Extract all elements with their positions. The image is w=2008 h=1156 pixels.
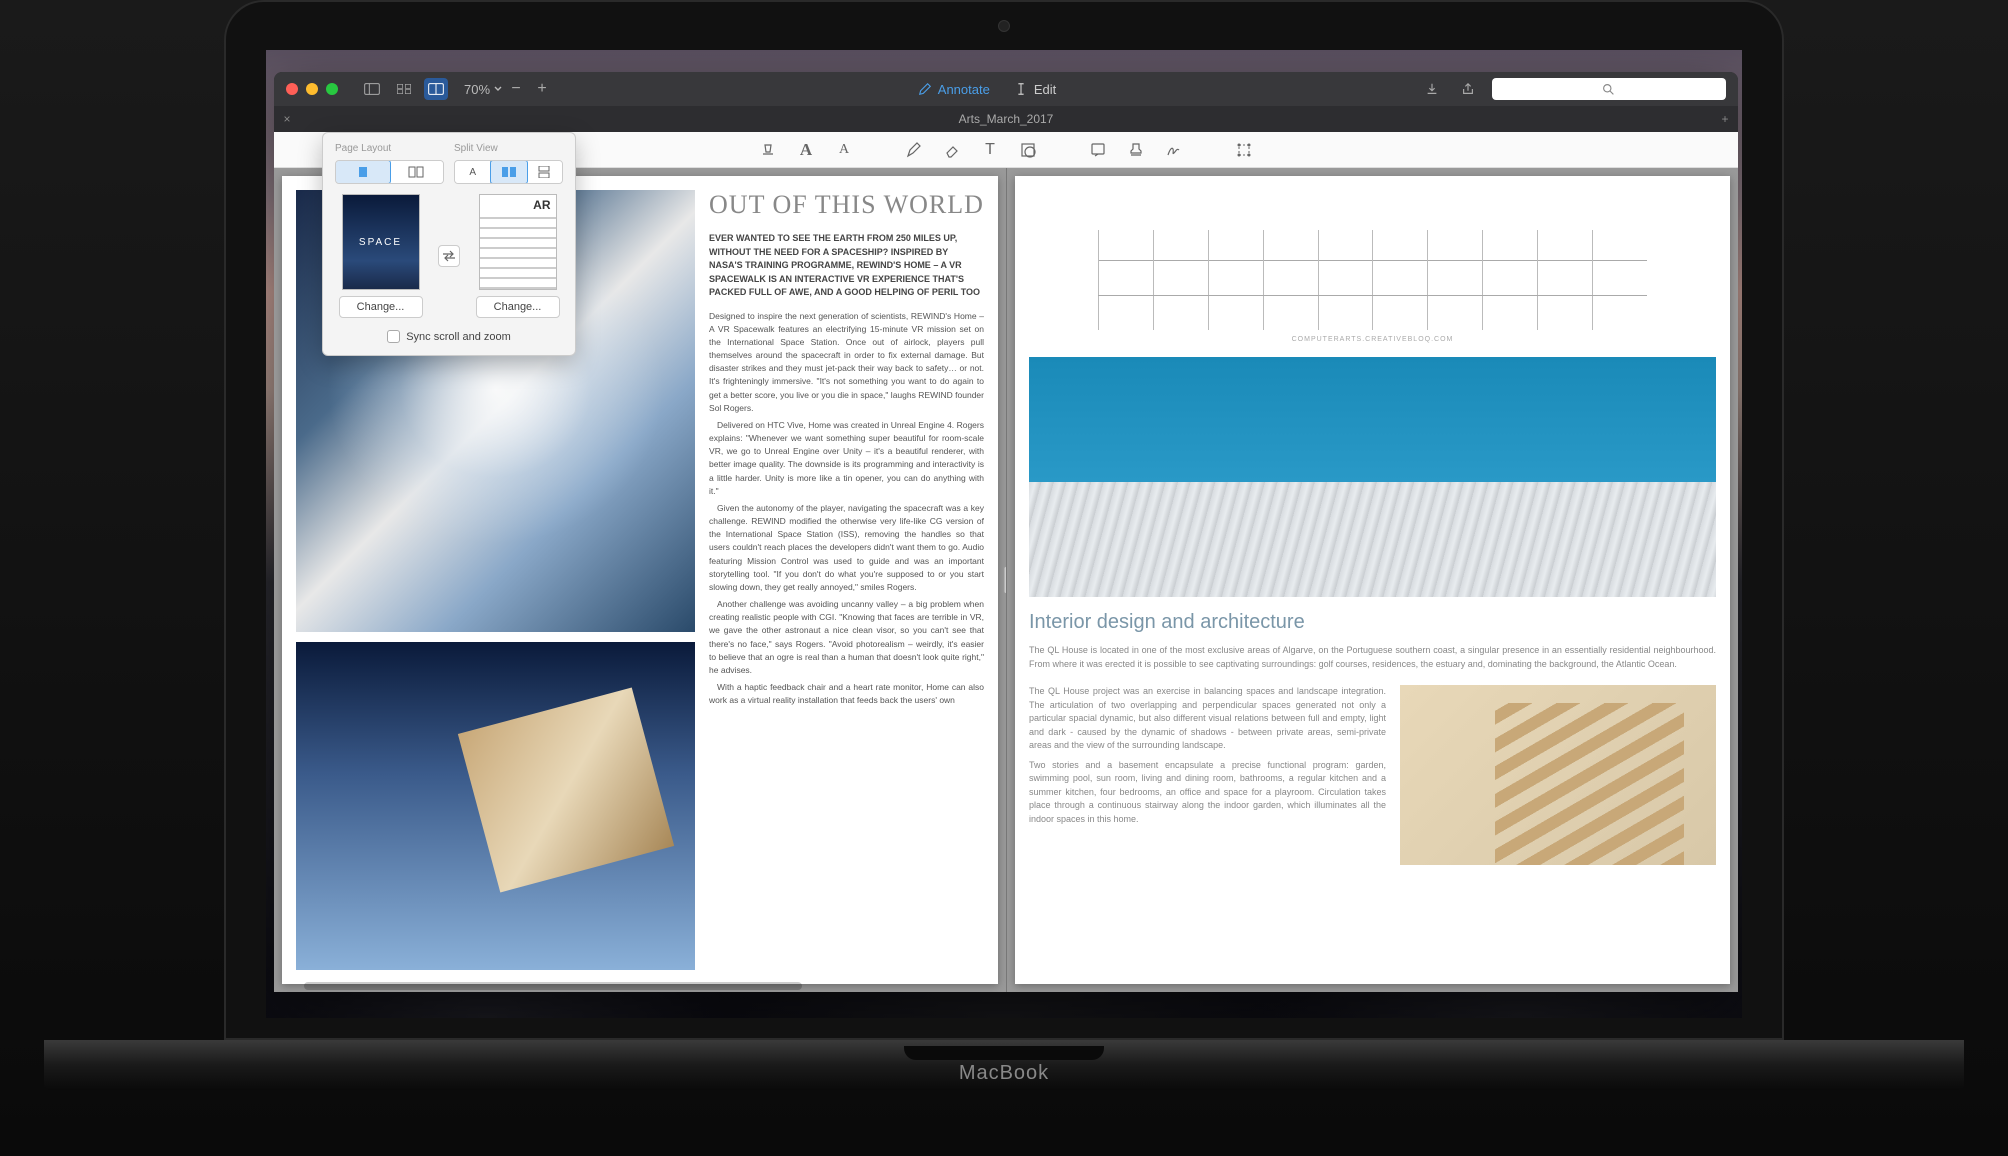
page-layout-segmented-control: [335, 160, 444, 184]
zoom-out-button[interactable]: −: [504, 78, 528, 100]
sync-scroll-label: Sync scroll and zoom: [406, 331, 511, 343]
article-body: Designed to inspire the next generation …: [709, 310, 984, 708]
annotate-mode-button[interactable]: Annotate: [918, 82, 990, 97]
zoom-in-button[interactable]: +: [530, 78, 554, 100]
stamp-tool-icon[interactable]: [1126, 140, 1146, 160]
tab-title[interactable]: Arts_March_2017: [300, 112, 1712, 126]
thumb-badge: AR: [480, 195, 556, 215]
article-lead: EVER WANTED TO SEE THE EARTH FROM 250 MI…: [709, 232, 984, 300]
tab-bar: × Arts_March_2017 +: [274, 106, 1738, 132]
horizontal-scrollbar[interactable]: [304, 982, 802, 990]
search-icon: [1602, 83, 1615, 96]
text-small-icon[interactable]: A: [834, 140, 854, 160]
text-large-icon[interactable]: A: [796, 140, 816, 160]
split-horizontal-option[interactable]: [490, 160, 527, 184]
split-view-button[interactable]: [424, 78, 448, 100]
page-layout-label: Page Layout: [335, 143, 444, 154]
sidebar-toggle-button[interactable]: [360, 78, 384, 100]
iss-spacewalk-image: [296, 642, 695, 970]
chevron-down-icon: [494, 86, 502, 92]
article-paragraph: Another challenge was avoiding uncanny v…: [709, 598, 984, 677]
right-document-page: COMPUTERARTS.CREATIVEBLOQ.COM Interior d…: [1015, 176, 1730, 984]
page-grid-button[interactable]: [392, 78, 416, 100]
eraser-tool-icon[interactable]: [942, 140, 962, 160]
text-highlight-tool-icon[interactable]: [758, 140, 778, 160]
article-title: OUT OF THIS WORLD: [709, 190, 984, 220]
article-paragraph: Delivered on HTC Vive, Home was created …: [709, 419, 984, 498]
right-article-paragraph: The QL House project was an exercise in …: [1029, 685, 1386, 753]
right-pane[interactable]: COMPUTERARTS.CREATIVEBLOQ.COM Interior d…: [1006, 168, 1738, 992]
laptop-camera: [998, 20, 1010, 32]
split-view-segmented-control: A: [454, 160, 563, 184]
search-input[interactable]: [1492, 78, 1726, 100]
view-options-popover: Page Layout Split View A: [322, 132, 576, 356]
swap-documents-button[interactable]: [438, 245, 460, 267]
article-paragraph: With a haptic feedback chair and a heart…: [709, 681, 984, 707]
fullscreen-window-button[interactable]: [326, 83, 338, 95]
edit-label: Edit: [1034, 82, 1056, 97]
device-brand-label: MacBook: [959, 1062, 1049, 1085]
pdf-viewer-window: 70% − + Annotate Edit: [274, 72, 1738, 992]
single-page-option[interactable]: [335, 160, 391, 184]
right-article-title: Interior design and architecture: [1029, 611, 1716, 634]
shape-tool-icon[interactable]: [1018, 140, 1038, 160]
text-tool-icon[interactable]: T: [980, 140, 1000, 160]
swap-icon: [442, 250, 456, 262]
laptop-hinge: MacBook: [44, 1040, 1964, 1090]
desktop-wallpaper: 70% − + Annotate Edit: [266, 50, 1742, 1018]
change-left-document-button[interactable]: Change...: [339, 296, 423, 318]
change-right-document-button[interactable]: Change...: [476, 296, 560, 318]
right-article-intro: The QL House is located in one of the mo…: [1029, 644, 1716, 671]
split-view-option-label: Split View: [454, 143, 563, 154]
signature-tool-icon[interactable]: [1164, 140, 1184, 160]
article-paragraph: Designed to inspire the next generation …: [709, 310, 984, 415]
page-footer-url: COMPUTERARTS.CREATIVEBLOQ.COM: [1029, 336, 1716, 343]
thumb-label: SPACE: [359, 237, 402, 248]
tab-add-button[interactable]: +: [1712, 112, 1738, 126]
article-paragraph: Given the autonomy of the player, naviga…: [709, 502, 984, 594]
pencil-icon: [918, 82, 932, 96]
selection-tool-icon[interactable]: [1234, 140, 1254, 160]
architecture-hero-image: [1029, 357, 1716, 597]
right-article-paragraph: Two stories and a basement encapsulate a…: [1029, 759, 1386, 827]
staircase-interior-image: [1400, 685, 1716, 865]
sync-scroll-checkbox[interactable]: [387, 330, 400, 343]
text-cursor-icon: [1014, 82, 1028, 96]
architecture-elevation-drawing: [1098, 230, 1648, 330]
note-tool-icon[interactable]: [1088, 140, 1108, 160]
two-page-option[interactable]: [390, 161, 444, 183]
annotate-label: Annotate: [938, 82, 990, 97]
zoom-dropdown[interactable]: 70%: [464, 82, 502, 97]
window-traffic-lights: [286, 83, 338, 95]
left-document-thumbnail[interactable]: SPACE: [342, 194, 420, 290]
window-titlebar: 70% − + Annotate Edit: [274, 72, 1738, 106]
minimize-window-button[interactable]: [306, 83, 318, 95]
split-vertical-option[interactable]: [527, 161, 562, 183]
share-button[interactable]: [1456, 78, 1480, 100]
close-window-button[interactable]: [286, 83, 298, 95]
zoom-value: 70%: [464, 82, 490, 97]
import-button[interactable]: [1420, 78, 1444, 100]
tab-close-button[interactable]: ×: [274, 112, 300, 126]
right-document-thumbnail[interactable]: AR: [479, 194, 557, 290]
split-text-option[interactable]: A: [455, 161, 491, 183]
pen-tool-icon[interactable]: [904, 140, 924, 160]
edit-mode-button[interactable]: Edit: [1014, 82, 1056, 97]
